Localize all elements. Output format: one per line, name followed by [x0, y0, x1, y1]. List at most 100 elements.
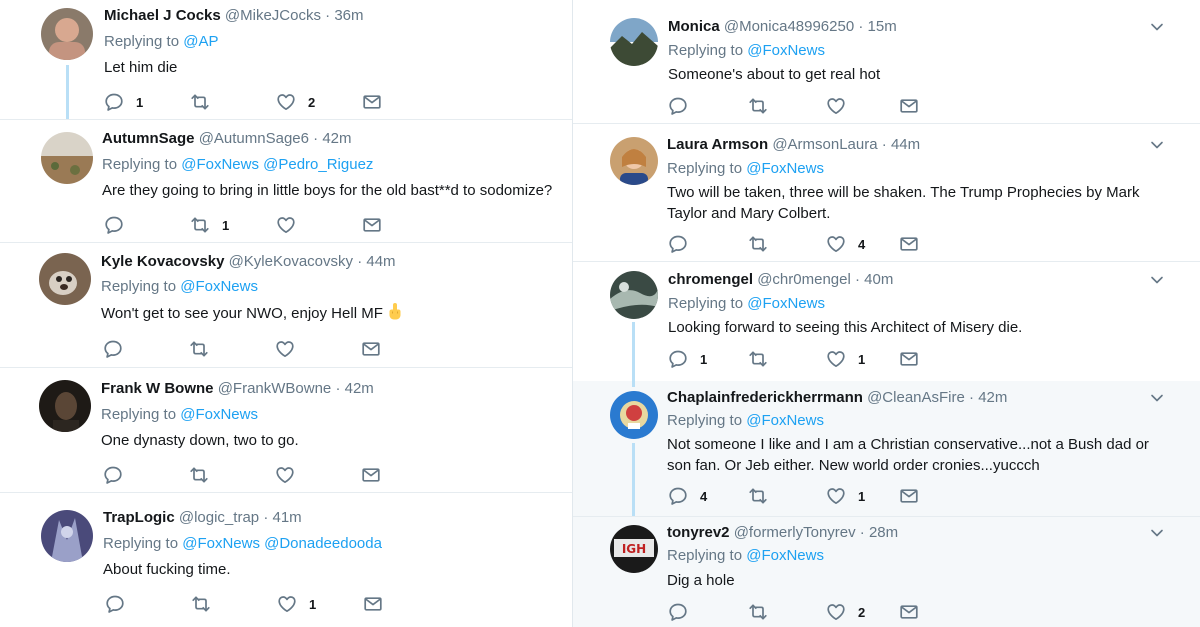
display-name[interactable]: chromengel: [668, 271, 753, 288]
reply-button[interactable]: [103, 465, 135, 485]
direct-message-button[interactable]: [899, 349, 919, 369]
chevron-down-icon[interactable]: [1150, 273, 1164, 287]
tweet-kyle-kovacovsky[interactable]: Kyle Kovacovsky @KyleKovacovsky · 44m Re…: [0, 243, 572, 368]
reply-button[interactable]: [103, 339, 135, 359]
replying-to-link[interactable]: @FoxNews: [746, 412, 824, 429]
retweet-button[interactable]: [190, 92, 222, 112]
tweet-frank-w-bowne[interactable]: Frank W Bowne @FrankWBowne · 42m Replyin…: [0, 368, 572, 493]
replying-to-link[interactable]: @FoxNews: [746, 547, 824, 564]
user-handle[interactable]: @formerlyTonyrev: [734, 524, 856, 541]
user-handle[interactable]: @ArmsonLaura: [772, 136, 877, 153]
replying-to-link[interactable]: @FoxNews: [747, 295, 825, 312]
display-name[interactable]: Laura Armson: [667, 136, 768, 153]
display-name[interactable]: tonyrev2: [667, 524, 730, 541]
avatar[interactable]: [610, 271, 658, 319]
user-handle[interactable]: @KyleKovacovsky: [229, 253, 353, 270]
reply-button[interactable]: 1: [668, 349, 707, 369]
reply-button[interactable]: [105, 594, 137, 614]
avatar[interactable]: IGH: [610, 525, 658, 573]
retweet-button[interactable]: [748, 349, 780, 369]
tweet-autumnsage[interactable]: AutumnSage @AutumnSage6 · 42m Replying t…: [0, 120, 572, 243]
replying-to-link[interactable]: @FoxNews: [747, 42, 825, 59]
user-handle[interactable]: @chr0mengel: [757, 271, 851, 288]
timestamp[interactable]: 44m: [366, 253, 395, 270]
like-button[interactable]: [275, 339, 307, 359]
direct-message-button[interactable]: [899, 96, 919, 116]
retweet-button[interactable]: 1: [190, 215, 229, 235]
direct-message-button[interactable]: [362, 92, 382, 112]
user-handle[interactable]: @MikeJCocks: [225, 7, 321, 24]
like-button[interactable]: 4: [826, 234, 865, 254]
replying-to-link[interactable]: @AP: [183, 33, 218, 50]
chevron-down-icon[interactable]: [1150, 391, 1164, 405]
direct-message-button[interactable]: [899, 486, 919, 506]
display-name[interactable]: Chaplainfrederickherrmann: [667, 389, 863, 406]
reply-button[interactable]: [668, 96, 700, 116]
avatar[interactable]: [610, 18, 658, 66]
retweet-button[interactable]: [748, 96, 780, 116]
user-handle[interactable]: @logic_trap: [179, 509, 259, 526]
display-name[interactable]: Frank W Bowne: [101, 380, 214, 397]
like-button[interactable]: 1: [277, 594, 316, 614]
user-handle[interactable]: @Monica48996250: [724, 18, 854, 35]
retweet-button[interactable]: [189, 465, 221, 485]
reply-button[interactable]: [668, 234, 700, 254]
timestamp[interactable]: 40m: [864, 271, 893, 288]
chevron-down-icon[interactable]: [1150, 526, 1164, 540]
tweet-michael-j-cocks[interactable]: Michael J Cocks @MikeJCocks · 36m Replyi…: [0, 0, 572, 120]
display-name[interactable]: Kyle Kovacovsky: [101, 253, 224, 270]
avatar[interactable]: [610, 391, 658, 439]
timestamp[interactable]: 42m: [345, 380, 374, 397]
timestamp[interactable]: 15m: [868, 18, 897, 35]
like-button[interactable]: 2: [276, 92, 315, 112]
tweet-monica[interactable]: Monica @Monica48996250 · 15m Replying to…: [573, 0, 1200, 124]
timestamp[interactable]: 36m: [334, 7, 363, 24]
avatar[interactable]: [39, 253, 91, 305]
like-button[interactable]: 1: [826, 349, 865, 369]
reply-button[interactable]: [104, 215, 136, 235]
replying-to-link[interactable]: @FoxNews: [746, 160, 824, 177]
avatar[interactable]: [41, 510, 93, 562]
direct-message-button[interactable]: [899, 234, 919, 254]
display-name[interactable]: AutumnSage: [102, 130, 195, 147]
like-button[interactable]: [826, 96, 858, 116]
direct-message-button[interactable]: [361, 465, 381, 485]
like-button[interactable]: [276, 215, 308, 235]
timestamp[interactable]: 42m: [978, 389, 1007, 406]
tweet-chaplainfrederickherrmann[interactable]: Chaplainfrederickherrmann @CleanAsFire ·…: [573, 381, 1200, 517]
user-handle[interactable]: @AutumnSage6: [199, 130, 309, 147]
retweet-button[interactable]: [191, 594, 223, 614]
chevron-down-icon[interactable]: [1150, 138, 1164, 152]
like-button[interactable]: 1: [826, 486, 865, 506]
replying-to-link[interactable]: @FoxNews @Pedro_Riguez: [181, 156, 373, 173]
reply-button[interactable]: 1: [104, 92, 143, 112]
direct-message-button[interactable]: [361, 339, 381, 359]
reply-button[interactable]: 4: [668, 486, 707, 506]
avatar[interactable]: [41, 132, 93, 184]
avatar[interactable]: [610, 137, 658, 185]
timestamp[interactable]: 28m: [869, 524, 898, 541]
like-button[interactable]: [275, 465, 307, 485]
like-button[interactable]: 2: [826, 602, 865, 622]
avatar[interactable]: [39, 380, 91, 432]
tweet-tonyrev2[interactable]: IGH tonyrev2 @formerlyTonyrev · 28m Repl…: [573, 517, 1200, 627]
timestamp[interactable]: 44m: [891, 136, 920, 153]
user-handle[interactable]: @FrankWBowne: [218, 380, 332, 397]
user-handle[interactable]: @CleanAsFire: [867, 389, 965, 406]
retweet-button[interactable]: [748, 602, 780, 622]
timestamp[interactable]: 42m: [322, 130, 351, 147]
display-name[interactable]: TrapLogic: [103, 509, 175, 526]
tweet-chromengel[interactable]: chromengel @chr0mengel · 40m Replying to…: [573, 262, 1200, 381]
display-name[interactable]: Michael J Cocks: [104, 7, 221, 24]
avatar[interactable]: [41, 8, 93, 60]
retweet-button[interactable]: [748, 234, 780, 254]
tweet-laura-armson[interactable]: Laura Armson @ArmsonLaura · 44m Replying…: [573, 124, 1200, 262]
retweet-button[interactable]: [748, 486, 780, 506]
retweet-button[interactable]: [189, 339, 221, 359]
chevron-down-icon[interactable]: [1150, 20, 1164, 34]
replying-to-link[interactable]: @FoxNews: [180, 406, 258, 423]
reply-button[interactable]: [668, 602, 700, 622]
direct-message-button[interactable]: [363, 594, 383, 614]
direct-message-button[interactable]: [899, 602, 919, 622]
timestamp[interactable]: 41m: [272, 509, 301, 526]
